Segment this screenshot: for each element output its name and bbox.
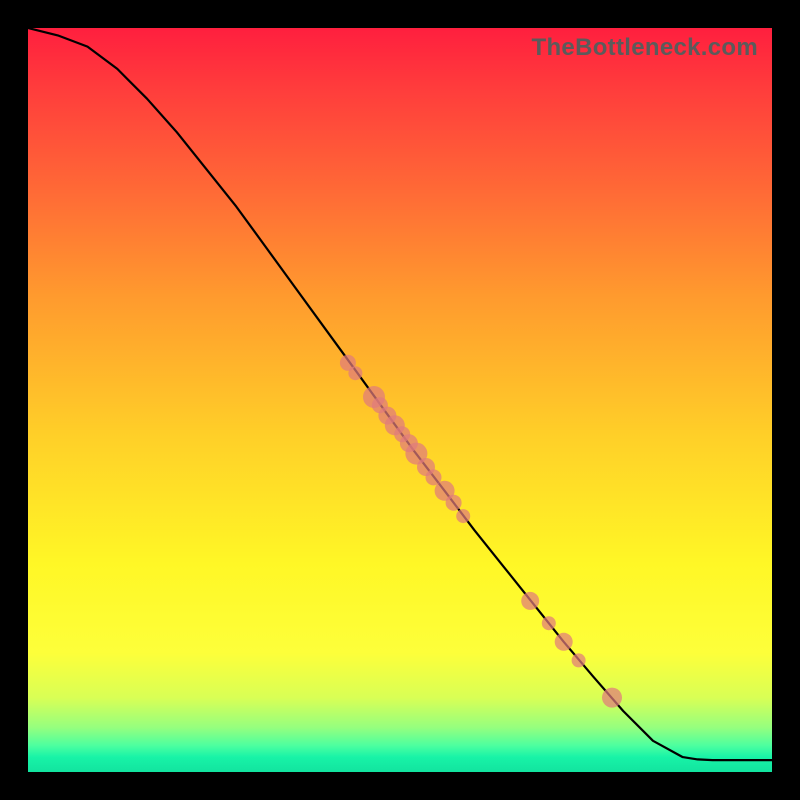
- chart-point: [348, 366, 362, 380]
- chart-point: [521, 592, 539, 610]
- chart-overlay: [28, 28, 772, 772]
- chart-point: [602, 688, 622, 708]
- chart-point: [446, 495, 462, 511]
- chart-point: [542, 616, 556, 630]
- chart-plot-area: TheBottleneck.com: [28, 28, 772, 772]
- chart-stage: TheBottleneck.com: [0, 0, 800, 800]
- chart-point: [572, 653, 586, 667]
- chart-point: [456, 509, 470, 523]
- chart-point: [555, 633, 573, 651]
- chart-curve: [28, 28, 772, 760]
- chart-points-group: [340, 355, 622, 708]
